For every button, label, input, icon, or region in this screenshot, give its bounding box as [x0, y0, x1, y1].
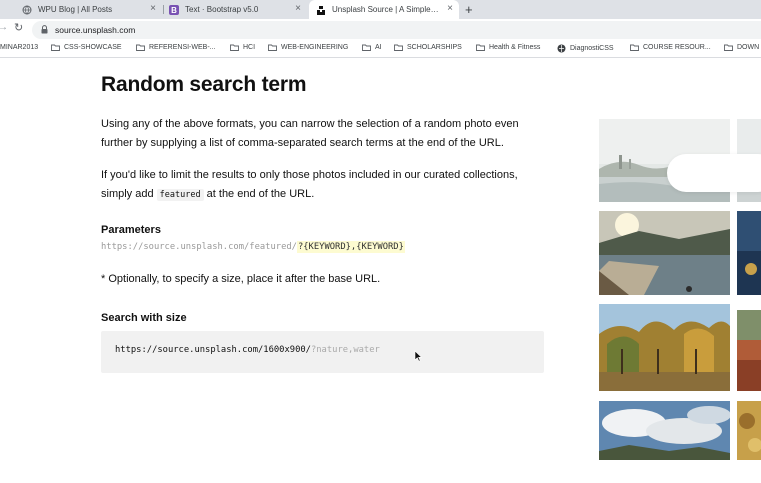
- bookmarks-bar: MINAR2013 CSS-SHOWCASE REFERENSI-WEB-...…: [0, 41, 761, 58]
- toolbar: → ↻ source.unsplash.com: [0, 19, 761, 41]
- photo-cloudy-sky[interactable]: [599, 401, 730, 460]
- address-bar[interactable]: source.unsplash.com: [32, 21, 761, 39]
- size-heading: Search with size: [101, 312, 187, 324]
- parameters-url: https://source.unsplash.com/featured/?{K…: [101, 241, 405, 253]
- bootstrap-icon: B: [169, 4, 179, 15]
- folder-icon: [394, 44, 403, 51]
- folder-icon: [724, 44, 733, 51]
- folder-icon: [268, 44, 277, 51]
- bookmark-item[interactable]: HCI: [230, 44, 255, 51]
- mouse-cursor-icon: [414, 350, 422, 362]
- close-icon[interactable]: ×: [447, 4, 453, 14]
- reload-icon[interactable]: ↻: [14, 21, 23, 34]
- globe-icon: [22, 5, 32, 14]
- folder-icon: [362, 44, 371, 51]
- bookmark-label: HCI: [243, 44, 256, 51]
- bookmark-item[interactable]: CSS-SHOWCASE: [51, 44, 122, 51]
- browser-window: { "browser": { "tabs": [ {"title": "WPU …: [0, 0, 761, 483]
- photo-lake-sunrise[interactable]: [599, 211, 730, 295]
- tab-strip: WPU Blog | All Posts × B Text · Bootstra…: [0, 0, 761, 19]
- bookmark-label: REFERENSI-WEB-...: [149, 44, 216, 51]
- bookmark-label: COURSE RESOUR...: [643, 44, 711, 51]
- bookmark-item[interactable]: SCHOLARSHIPS: [394, 44, 462, 51]
- folder-icon: [51, 44, 60, 51]
- bookmark-item[interactable]: Health & Fitness: [476, 44, 540, 51]
- size-url: https://source.unsplash.com/1600x900/: [115, 345, 311, 355]
- intro-paragraph: Using any of the above formats, you can …: [101, 118, 519, 149]
- parameters-keywords: ?{KEYWORD},{KEYWORD}: [296, 241, 405, 253]
- bookmark-label: DOWN: [737, 44, 760, 51]
- tab-title: WPU Blog | All Posts: [38, 5, 113, 14]
- folder-icon: [476, 44, 485, 51]
- photo-column2-3[interactable]: [737, 310, 761, 391]
- bookmark-label: CSS-SHOWCASE: [64, 44, 122, 51]
- folder-icon: [136, 44, 145, 51]
- tab-unsplash[interactable]: Unsplash Source | A Simple AP ×: [309, 0, 459, 19]
- tab-separator: [163, 5, 164, 14]
- code-text: https://source.unsplash.com/1600x900/?na…: [115, 345, 380, 355]
- parameters-base-url: https://source.unsplash.com/featured/: [101, 242, 297, 252]
- photo-autumn-trees[interactable]: [599, 304, 730, 391]
- tab-bootstrap[interactable]: B Text · Bootstrap v5.0 ×: [169, 0, 307, 19]
- tab-wpu-blog[interactable]: WPU Blog | All Posts ×: [22, 0, 162, 19]
- parameters-heading: Parameters: [101, 224, 161, 236]
- new-tab-button[interactable]: +: [465, 2, 473, 17]
- featured-code: featured: [156, 188, 204, 201]
- lock-icon: [41, 25, 48, 34]
- bookmark-label: WEB-ENGINEERING: [281, 44, 349, 51]
- featured-paragraph: If you'd like to limit the results to on…: [101, 166, 551, 204]
- tab-title: Unsplash Source | A Simple AP: [332, 5, 440, 14]
- photo-column2-4[interactable]: [737, 401, 761, 460]
- page-title: Random search term: [101, 73, 307, 96]
- bookmark-item[interactable]: DiagnostiCSS: [557, 44, 614, 53]
- bookmark-label: Health & Fitness: [489, 44, 541, 51]
- bookmark-item[interactable]: DOWN: [724, 44, 759, 51]
- size-note: * Optionally, to specify a size, place i…: [101, 273, 381, 285]
- tab-title: Text · Bootstrap v5.0: [185, 5, 259, 14]
- bookmark-item[interactable]: MINAR2013: [0, 44, 38, 51]
- close-icon[interactable]: ×: [295, 4, 301, 14]
- photo-column2-2[interactable]: [737, 211, 761, 295]
- page-content: Random search term Using any of the abov…: [0, 58, 761, 483]
- bookmark-label: MINAR2013: [0, 44, 39, 51]
- bookmark-item[interactable]: WEB-ENGINEERING: [268, 44, 348, 51]
- bookmark-item[interactable]: REFERENSI-WEB-...: [136, 44, 216, 51]
- bookmark-label: DiagnostiCSS: [570, 45, 614, 52]
- bookmark-item[interactable]: COURSE RESOUR...: [630, 44, 711, 51]
- featured-text-after: at the end of the URL.: [206, 187, 315, 200]
- unsplash-icon: [317, 5, 325, 15]
- overlay-pill: [667, 154, 761, 192]
- globe-icon: [557, 44, 566, 53]
- svg-text:B: B: [171, 6, 177, 15]
- back-icon[interactable]: →: [0, 22, 8, 33]
- code-block[interactable]: https://source.unsplash.com/1600x900/?na…: [101, 331, 544, 373]
- bookmark-label: SCHOLARSHIPS: [407, 44, 462, 51]
- folder-icon: [230, 44, 239, 51]
- bookmark-item[interactable]: AI: [362, 44, 382, 51]
- bookmark-label: AI: [375, 44, 382, 51]
- folder-icon: [630, 44, 639, 51]
- size-query: ?nature,water: [310, 345, 380, 355]
- close-icon[interactable]: ×: [150, 4, 156, 14]
- url-text: source.unsplash.com: [55, 25, 136, 35]
